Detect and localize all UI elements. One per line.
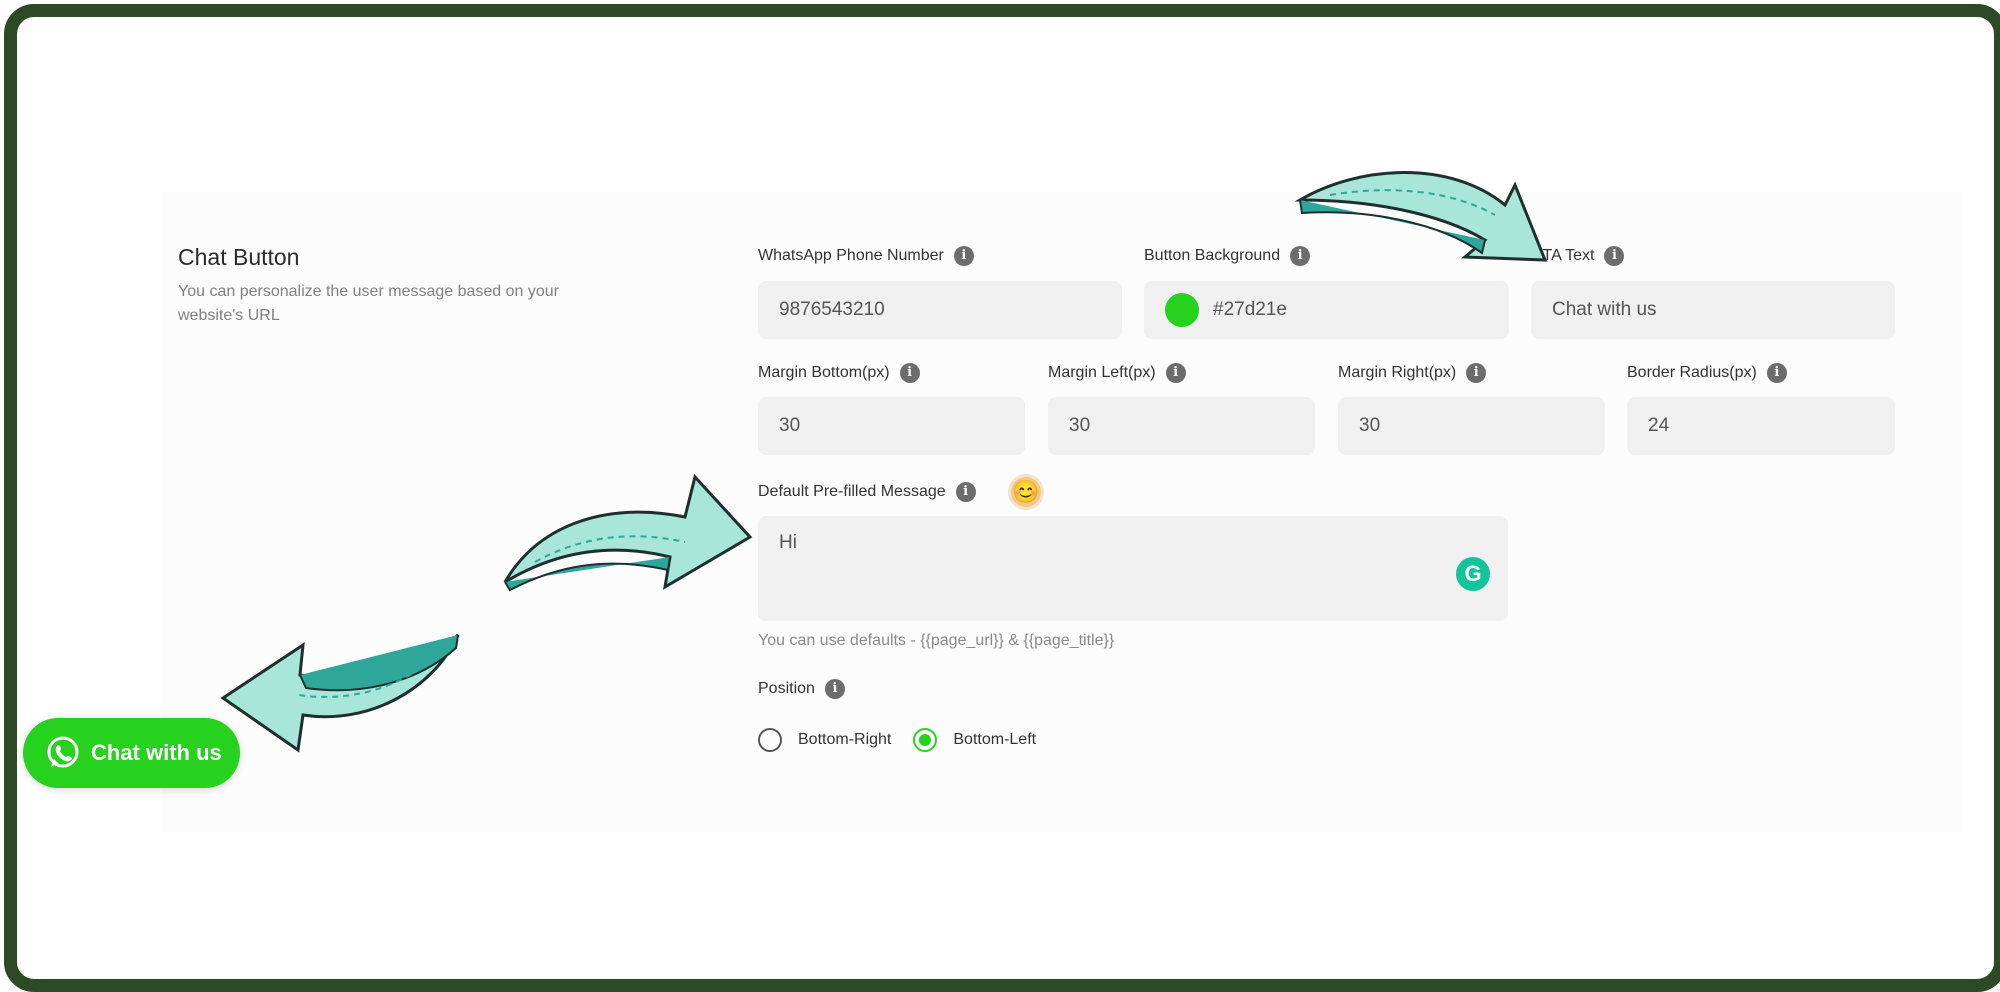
margin-left-label-text: Margin Left(px) [1048, 364, 1156, 381]
margin-right-value: 30 [1359, 415, 1381, 436]
arrow-decoration-bottom [220, 633, 460, 753]
info-icon[interactable]: i [1165, 363, 1186, 383]
grammarly-icon[interactable]: G [1456, 557, 1490, 591]
arrow-decoration-top [1294, 171, 1548, 262]
margin-left-input[interactable]: 30 [1048, 397, 1315, 455]
radio-bottom-left-label[interactable]: Bottom-Left [953, 731, 1036, 749]
message-label: Default Pre-filled Message i [758, 482, 976, 502]
margin-bottom-input[interactable]: 30 [758, 397, 1025, 455]
margin-bottom-value: 30 [779, 415, 801, 436]
cta-text-input[interactable]: Chat with us [1531, 281, 1895, 339]
screenshot-frame [4, 4, 2000, 992]
arrow-decoration-middle [503, 473, 753, 592]
border-radius-label-text: Border Radius(px) [1627, 364, 1757, 381]
whatsapp-icon [47, 736, 79, 768]
section-description: You can personalize the user message bas… [178, 283, 559, 324]
background-label-text: Button Background [1144, 247, 1281, 264]
border-radius-value: 24 [1648, 415, 1670, 436]
margin-bottom-label: Margin Bottom(px) i [758, 363, 920, 383]
background-value: #27d21e [1213, 299, 1287, 320]
margin-bottom-label-text: Margin Bottom(px) [758, 364, 890, 381]
background-color-input[interactable]: #27d21e [1144, 281, 1509, 339]
message-textarea[interactable]: Hi G [758, 516, 1508, 621]
margin-right-label-text: Margin Right(px) [1338, 364, 1457, 381]
chat-button-label: Chat with us [91, 740, 222, 765]
info-icon[interactable]: i [955, 482, 976, 502]
position-label: Position i [758, 679, 845, 699]
info-icon[interactable]: i [1466, 363, 1487, 383]
message-hint: You can use defaults - {{page_url}} & {{… [758, 632, 1115, 649]
phone-input[interactable]: 9876543210 [758, 281, 1122, 339]
section-title: Chat Button [178, 244, 300, 270]
cta-value: Chat with us [1552, 299, 1657, 320]
background-label: Button Background i [1144, 246, 1311, 266]
margin-left-value: 30 [1069, 415, 1091, 436]
info-icon[interactable]: i [1766, 363, 1787, 383]
phone-label: WhatsApp Phone Number i [758, 246, 974, 266]
position-radio-group: Bottom-Right Bottom-Left [758, 728, 1058, 752]
info-icon[interactable]: i [899, 363, 920, 383]
message-value: Hi [779, 532, 797, 553]
radio-bottom-right[interactable] [758, 728, 782, 752]
margin-left-label: Margin Left(px) i [1048, 363, 1186, 383]
phone-label-text: WhatsApp Phone Number [758, 247, 944, 264]
info-icon[interactable]: i [953, 246, 974, 266]
info-icon[interactable]: i [1604, 246, 1625, 266]
chat-with-us-preview-button[interactable]: Chat with us [23, 718, 240, 788]
border-radius-label: Border Radius(px) i [1627, 363, 1787, 383]
emoji-picker-icon[interactable]: 😊 [1011, 477, 1041, 507]
color-swatch[interactable] [1165, 293, 1199, 327]
info-icon[interactable]: i [824, 679, 845, 699]
border-radius-input[interactable]: 24 [1627, 397, 1895, 455]
phone-value: 9876543210 [779, 299, 885, 320]
position-label-text: Position [758, 680, 815, 697]
message-label-text: Default Pre-filled Message [758, 483, 946, 500]
radio-bottom-right-label[interactable]: Bottom-Right [798, 731, 891, 749]
margin-right-input[interactable]: 30 [1338, 397, 1605, 455]
margin-right-label: Margin Right(px) i [1338, 363, 1487, 383]
radio-bottom-left[interactable] [913, 728, 938, 752]
